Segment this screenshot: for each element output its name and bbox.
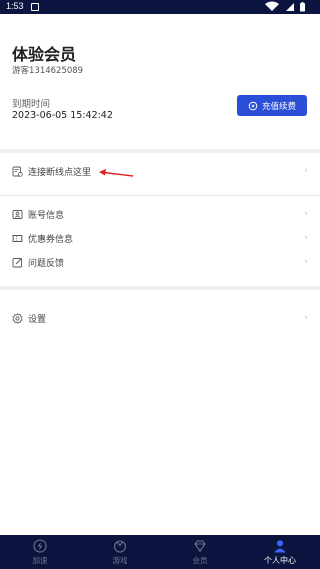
tab-label: 会员 — [192, 555, 208, 565]
recharge-icon — [248, 101, 258, 110]
notification-icon — [31, 3, 39, 11]
status-bar: 1:53 — [0, 0, 320, 14]
diamond-icon — [194, 539, 206, 552]
tab-membership[interactable]: 会员 — [160, 535, 240, 569]
account-icon — [12, 209, 23, 220]
reconnect-row[interactable]: 连接断线点这里 › — [0, 161, 320, 181]
coupon-label: 优惠券信息 — [28, 234, 74, 245]
divider — [0, 195, 320, 196]
person-icon — [274, 539, 286, 552]
user-id: 游客1314625089 — [12, 66, 84, 76]
account-info-label: 账号信息 — [28, 210, 65, 221]
tab-label: 游戏 — [112, 555, 128, 565]
expiry-label: 到期时间 — [12, 99, 51, 110]
profile-card: 体验会员 游客1314625089 到期时间 2023-06-05 15:42:… — [0, 14, 320, 149]
chevron-right-icon: › — [304, 313, 308, 323]
system-status-icons — [265, 1, 305, 12]
chevron-right-icon: › — [304, 166, 308, 176]
expiry-date: 2023-06-05 15:42:42 — [12, 110, 113, 121]
membership-title: 体验会员 — [12, 45, 77, 64]
feedback-row[interactable]: 问题反馈 › — [0, 252, 320, 272]
settings-row[interactable]: 设置 › — [0, 308, 320, 328]
tab-personal-center[interactable]: 个人中心 — [240, 535, 320, 569]
game-icon — [113, 539, 127, 553]
lightning-icon — [33, 538, 47, 553]
reconnect-label: 连接断线点这里 — [28, 167, 92, 178]
reconnect-icon — [12, 166, 23, 177]
tab-accelerate[interactable]: 加速 — [0, 535, 80, 569]
recharge-button[interactable]: 充值续费 — [237, 95, 307, 116]
tab-label: 个人中心 — [264, 555, 296, 565]
chevron-right-icon: › — [304, 257, 308, 267]
coupon-icon — [12, 233, 23, 244]
account-info-row[interactable]: 账号信息 › — [0, 204, 320, 224]
gear-icon — [12, 312, 23, 324]
bottom-tab-bar: 加速 游戏 会员 个人中心 — [0, 535, 320, 569]
recharge-label: 充值续费 — [261, 101, 296, 112]
feedback-icon — [12, 257, 23, 268]
chevron-right-icon: › — [304, 233, 308, 243]
status-time: 1:53 — [6, 1, 24, 11]
red-arrow-annotation — [99, 169, 134, 177]
chevron-right-icon: › — [304, 209, 308, 219]
coupon-row[interactable]: 优惠券信息 › — [0, 228, 320, 248]
settings-label: 设置 — [28, 314, 47, 325]
feedback-label: 问题反馈 — [28, 258, 65, 269]
tab-games[interactable]: 游戏 — [80, 535, 160, 569]
tab-label: 加速 — [32, 555, 48, 565]
